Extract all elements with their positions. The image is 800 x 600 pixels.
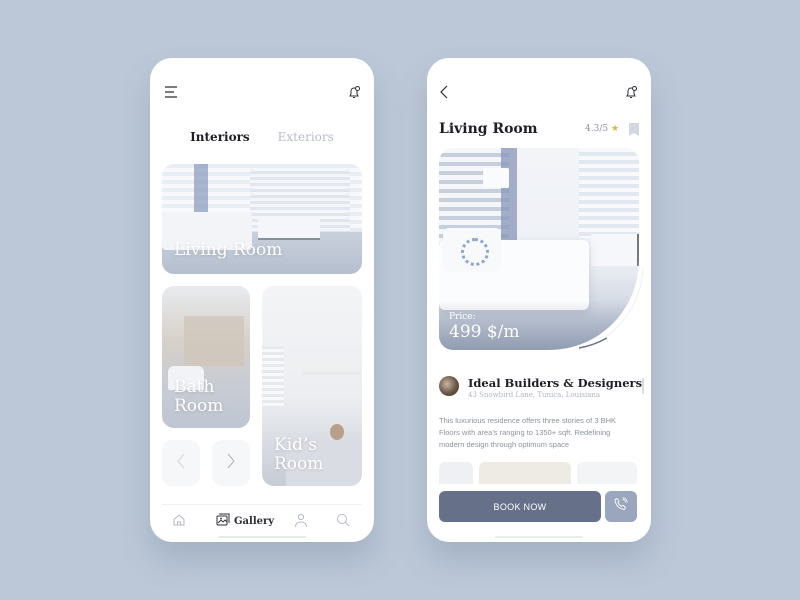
bottom-navigation: Gallery	[162, 504, 362, 534]
room-photo-window	[262, 346, 284, 406]
rating: 4.3/5 ★	[585, 124, 619, 134]
carousel-next-button[interactable]	[212, 440, 250, 486]
search-icon	[336, 513, 350, 532]
bath-room-card[interactable]: Bath Room	[162, 286, 250, 428]
description: This luxurious residence offers three st…	[439, 416, 617, 449]
call-button[interactable]	[605, 491, 637, 522]
menu-icon[interactable]	[163, 84, 179, 100]
living-room-card[interactable]: Living Room	[162, 164, 362, 274]
nav-gallery-label: Gallery	[234, 515, 275, 527]
home-icon	[172, 513, 186, 532]
nav-profile[interactable]	[294, 513, 308, 533]
thumbnail[interactable]	[577, 462, 637, 484]
card-label: Kid’s Room	[274, 436, 323, 474]
thumbnail-strip	[439, 462, 639, 484]
room-photo-window	[579, 148, 639, 238]
bookmark-icon[interactable]	[629, 123, 639, 136]
card-label-line: Kid’s	[274, 435, 318, 455]
gallery-icon	[216, 513, 230, 529]
room-photo-lamp	[483, 168, 509, 188]
price-value: 499 $/m	[449, 322, 520, 342]
chevron-right-icon	[226, 452, 236, 475]
home-indicator	[218, 536, 306, 538]
thumbnail[interactable]	[439, 462, 473, 484]
back-arrow-icon[interactable]	[437, 84, 453, 100]
room-photo-cabinet	[591, 234, 639, 266]
card-label-line: Room	[274, 454, 324, 474]
page-title: Living Room	[439, 121, 538, 137]
star-icon: ★	[610, 124, 620, 134]
price-label: Price:	[449, 312, 476, 322]
scrollbar[interactable]	[642, 378, 644, 394]
detail-screen: Living Room 4.3/5 ★ Price: 499 $/m Ideal…	[427, 58, 651, 542]
book-now-button[interactable]: BOOK NOW	[439, 491, 601, 522]
builder-address: 43 Snowbird Lane, Tunica, Louisiana	[468, 391, 601, 399]
card-label-line: Bath	[174, 377, 215, 397]
nav-gallery[interactable]: Gallery	[216, 513, 274, 529]
tab-interiors[interactable]: Interiors	[190, 130, 249, 144]
bell-icon[interactable]	[623, 84, 639, 100]
phone-icon	[614, 497, 628, 516]
room-photo-teddy	[330, 424, 344, 440]
builder-name: Ideal Builders & Designers	[468, 376, 643, 390]
room-photo-cabinet	[258, 216, 320, 240]
bell-icon[interactable]	[346, 84, 362, 100]
nav-home[interactable]	[172, 513, 186, 532]
builder-avatar	[439, 376, 459, 396]
room-photo-pillow	[443, 228, 501, 272]
card-label-line: Room	[174, 396, 224, 416]
tab-exteriors[interactable]: Exteriors	[278, 130, 334, 144]
nav-search[interactable]	[336, 513, 350, 532]
gallery-screen: Interiors Exteriors Living Room Bath Roo…	[150, 58, 374, 542]
thumbnail[interactable]	[479, 462, 571, 484]
hero-image: Price: 499 $/m	[439, 148, 639, 350]
home-indicator	[495, 536, 583, 538]
kids-room-card[interactable]: Kid’s Room	[262, 286, 362, 486]
carousel-prev-button[interactable]	[162, 440, 200, 486]
room-photo-wall	[184, 316, 244, 366]
room-photo-shelf	[302, 372, 360, 375]
chevron-left-icon	[176, 452, 186, 475]
card-label: Living Room	[174, 240, 283, 260]
category-tabs: Interiors Exteriors	[150, 130, 374, 144]
card-label: Bath Room	[174, 378, 223, 416]
profile-icon	[294, 513, 308, 533]
rating-value: 4.3/5	[585, 124, 609, 134]
